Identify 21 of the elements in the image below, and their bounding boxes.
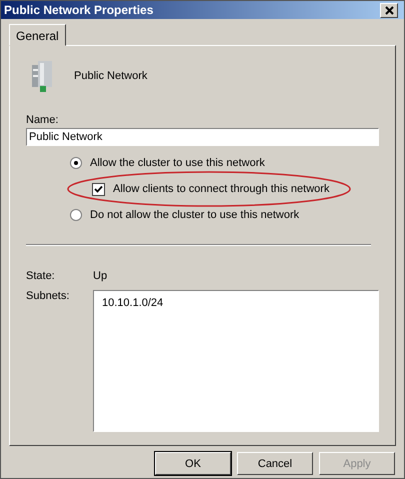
field-label: Name: — [26, 114, 60, 126]
close-button[interactable] — [380, 2, 398, 18]
option-label: Do not allow the cluster to use this network — [90, 209, 300, 221]
window-title: Public Network Properties — [4, 3, 154, 17]
tab[interactable]: General — [9, 24, 66, 46]
field-label: State: — [26, 270, 56, 282]
option-label: Allow clients to connect through this network — [113, 183, 330, 195]
subnets-list[interactable]: 10.10.1.0/24 — [93, 290, 379, 432]
radio-button[interactable] — [70, 157, 82, 169]
radio-button[interactable] — [70, 209, 82, 221]
server-icon — [30, 59, 54, 93]
name-field[interactable]: Public Network — [26, 128, 379, 146]
checkbox[interactable] — [92, 182, 105, 196]
network-name: Public Network — [74, 70, 148, 82]
field-label: Subnets: — [26, 290, 70, 304]
option-label: Allow the cluster to use this network — [90, 157, 265, 169]
list-item[interactable]: 10.10.1.0/24 — [102, 297, 370, 309]
dialog-button[interactable]: Cancel — [237, 452, 313, 475]
close-icon — [384, 6, 394, 14]
dialog-button[interactable]: OK — [155, 452, 231, 475]
state-value: Up — [93, 270, 108, 282]
